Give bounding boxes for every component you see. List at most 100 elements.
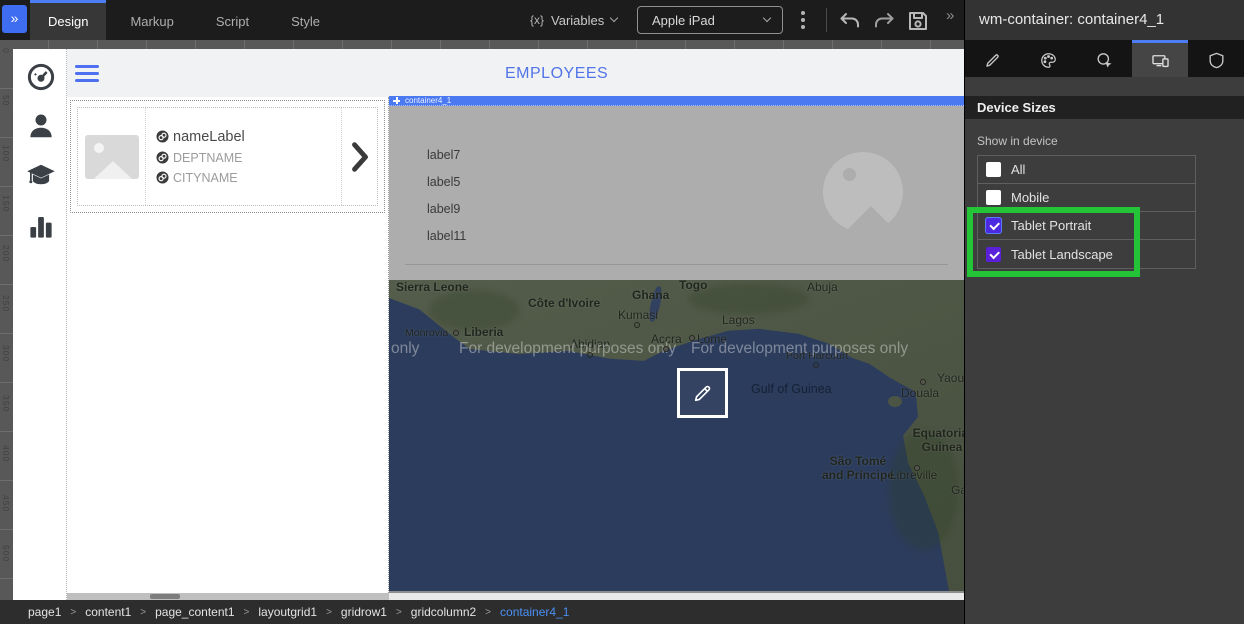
tab-markup[interactable]: Markup	[112, 0, 191, 40]
bind-icon	[156, 171, 169, 184]
place-marker-icon	[914, 465, 920, 471]
pencil-icon	[692, 382, 714, 404]
chevron-separator-icon: >	[140, 607, 146, 618]
edit-widget-button[interactable]	[677, 368, 728, 418]
device-row-mobile[interactable]: Mobile	[978, 184, 1195, 212]
inspector-panel: wm-container: container4_1	[964, 0, 1244, 624]
device-label: Tablet Portrait	[1011, 218, 1091, 233]
label7-widget[interactable]: label7	[427, 148, 460, 162]
hamburger-menu-icon[interactable]	[75, 65, 99, 82]
redo-button[interactable]	[872, 9, 896, 33]
checkbox-mobile[interactable]	[986, 190, 1001, 205]
container4-widget[interactable]: label7 label5 label9 label11	[389, 106, 964, 280]
device-label: All	[1011, 162, 1025, 177]
page-header: EMPLOYEES	[67, 49, 964, 97]
scrollbar-thumb[interactable]	[150, 594, 180, 599]
breadcrumb-item[interactable]: layoutgrid1	[258, 605, 317, 619]
grid-column-left: nameLabel DEPTNAME	[67, 97, 389, 593]
widget-breadcrumb: page1 > content1 > page_content1 > layoutgr…	[0, 600, 964, 624]
chevron-separator-icon: >	[485, 607, 491, 618]
ruler-mark: 500	[1, 545, 11, 562]
vertical-ruler: 0 50 100 150 200 250 300 350 400 450 500	[0, 40, 13, 600]
tab-style[interactable]: Style	[273, 0, 338, 40]
tab-security[interactable]	[1188, 40, 1244, 77]
device-sizes-list: All Mobile Tablet Portrait Tablet Landsc…	[977, 155, 1196, 269]
employee-list-item[interactable]: nameLabel DEPTNAME	[77, 107, 378, 206]
bar-chart-icon[interactable]	[26, 212, 56, 242]
chevron-separator-icon: >	[396, 607, 402, 618]
app-left-nav	[13, 49, 67, 600]
dashboard-icon[interactable]	[26, 62, 56, 92]
top-toolbar: » Design Markup Script Style {x} Variabl…	[0, 0, 964, 40]
place-marker-icon	[634, 322, 640, 328]
ruler-mark: 100	[1, 145, 11, 162]
ruler-mark: 250	[1, 295, 11, 312]
breadcrumb-item[interactable]: content1	[85, 605, 131, 619]
city-label-widget[interactable]: CITYNAME	[156, 171, 341, 185]
checkbox-tablet-portrait[interactable]	[986, 218, 1001, 233]
variables-icon: {x}	[530, 13, 544, 27]
device-row-tablet-landscape[interactable]: Tablet Landscape	[978, 240, 1195, 268]
map-watermark: only	[391, 340, 419, 358]
device-row-all[interactable]: All	[978, 156, 1195, 184]
collapse-sidebar-button[interactable]: »	[2, 5, 27, 33]
dept-label: DEPTNAME	[173, 151, 242, 165]
variables-menu[interactable]: {x} Variables	[530, 0, 617, 40]
tab-script[interactable]: Script	[198, 0, 267, 40]
breadcrumb-item-current[interactable]: container4_1	[500, 605, 569, 619]
breadcrumb-item[interactable]: page_content1	[155, 605, 234, 619]
user-icon[interactable]	[26, 111, 56, 141]
map-label: Douala	[901, 386, 939, 400]
checkbox-tablet-landscape[interactable]	[986, 247, 1001, 262]
breadcrumb-item[interactable]: gridrow1	[341, 605, 387, 619]
island	[888, 396, 902, 407]
name-label: nameLabel	[173, 129, 245, 145]
dept-label-widget[interactable]: DEPTNAME	[156, 151, 341, 165]
show-in-device-label: Show in device	[977, 134, 1058, 148]
horizontal-scrollbar	[13, 593, 389, 600]
map-label: Monrovia	[405, 327, 448, 339]
breadcrumb-item[interactable]: gridcolumn2	[411, 605, 476, 619]
ruler-mark: 300	[1, 345, 11, 362]
city-label: CITYNAME	[173, 171, 238, 185]
image-placeholder-icon	[85, 135, 139, 179]
page-title: EMPLOYEES	[505, 65, 608, 83]
device-row-tablet-portrait[interactable]: Tablet Portrait	[978, 212, 1195, 240]
toolbar-overflow-button[interactable]: »	[946, 7, 954, 24]
map-label: Abuja	[807, 280, 838, 294]
tab-design[interactable]: Design	[30, 0, 106, 40]
chevron-right-icon	[341, 108, 377, 205]
device-preview-select[interactable]: Apple iPad	[637, 6, 783, 34]
bind-icon	[156, 130, 169, 143]
undo-button[interactable]	[838, 9, 862, 33]
map-widget[interactable]: Sierra Leone Côte d'Ivoire Ghana Togo Ab…	[389, 280, 964, 593]
employee-list-widget[interactable]: nameLabel DEPTNAME	[70, 100, 385, 213]
design-canvas: 0 50 100 150 200 250 300 350 400 450 500	[0, 40, 964, 600]
checkbox-all[interactable]	[986, 162, 1001, 177]
label9-widget[interactable]: label9	[427, 202, 460, 216]
tab-styles[interactable]	[1021, 40, 1077, 77]
breadcrumb-item[interactable]: page1	[28, 605, 61, 619]
inspector-title: wm-container: container4_1	[965, 0, 1244, 40]
palette-icon	[1039, 51, 1058, 70]
device-label: Tablet Landscape	[1011, 247, 1113, 262]
selected-container-bar[interactable]: container4_1	[389, 96, 964, 106]
devices-icon	[1151, 51, 1170, 70]
pencil-icon	[983, 51, 1002, 70]
label5-widget[interactable]: label5	[427, 175, 460, 189]
save-button[interactable]	[906, 9, 930, 33]
map-label: Côte d'Ivoire	[528, 296, 600, 310]
graduation-cap-icon[interactable]	[26, 161, 56, 191]
chevron-separator-icon: >	[244, 607, 250, 618]
tab-events[interactable]	[1077, 40, 1133, 77]
map-label: Lagos	[722, 313, 755, 327]
ruler-mark: 400	[1, 445, 11, 462]
more-options-button[interactable]	[801, 11, 805, 29]
ruler-mark: 0	[1, 48, 11, 54]
tab-properties[interactable]	[965, 40, 1021, 77]
name-label-widget[interactable]: nameLabel	[156, 129, 341, 145]
ruler-mark: 350	[1, 395, 11, 412]
place-marker-icon	[920, 379, 926, 385]
tab-devices[interactable]	[1132, 40, 1188, 77]
label11-widget[interactable]: label11	[427, 229, 466, 243]
